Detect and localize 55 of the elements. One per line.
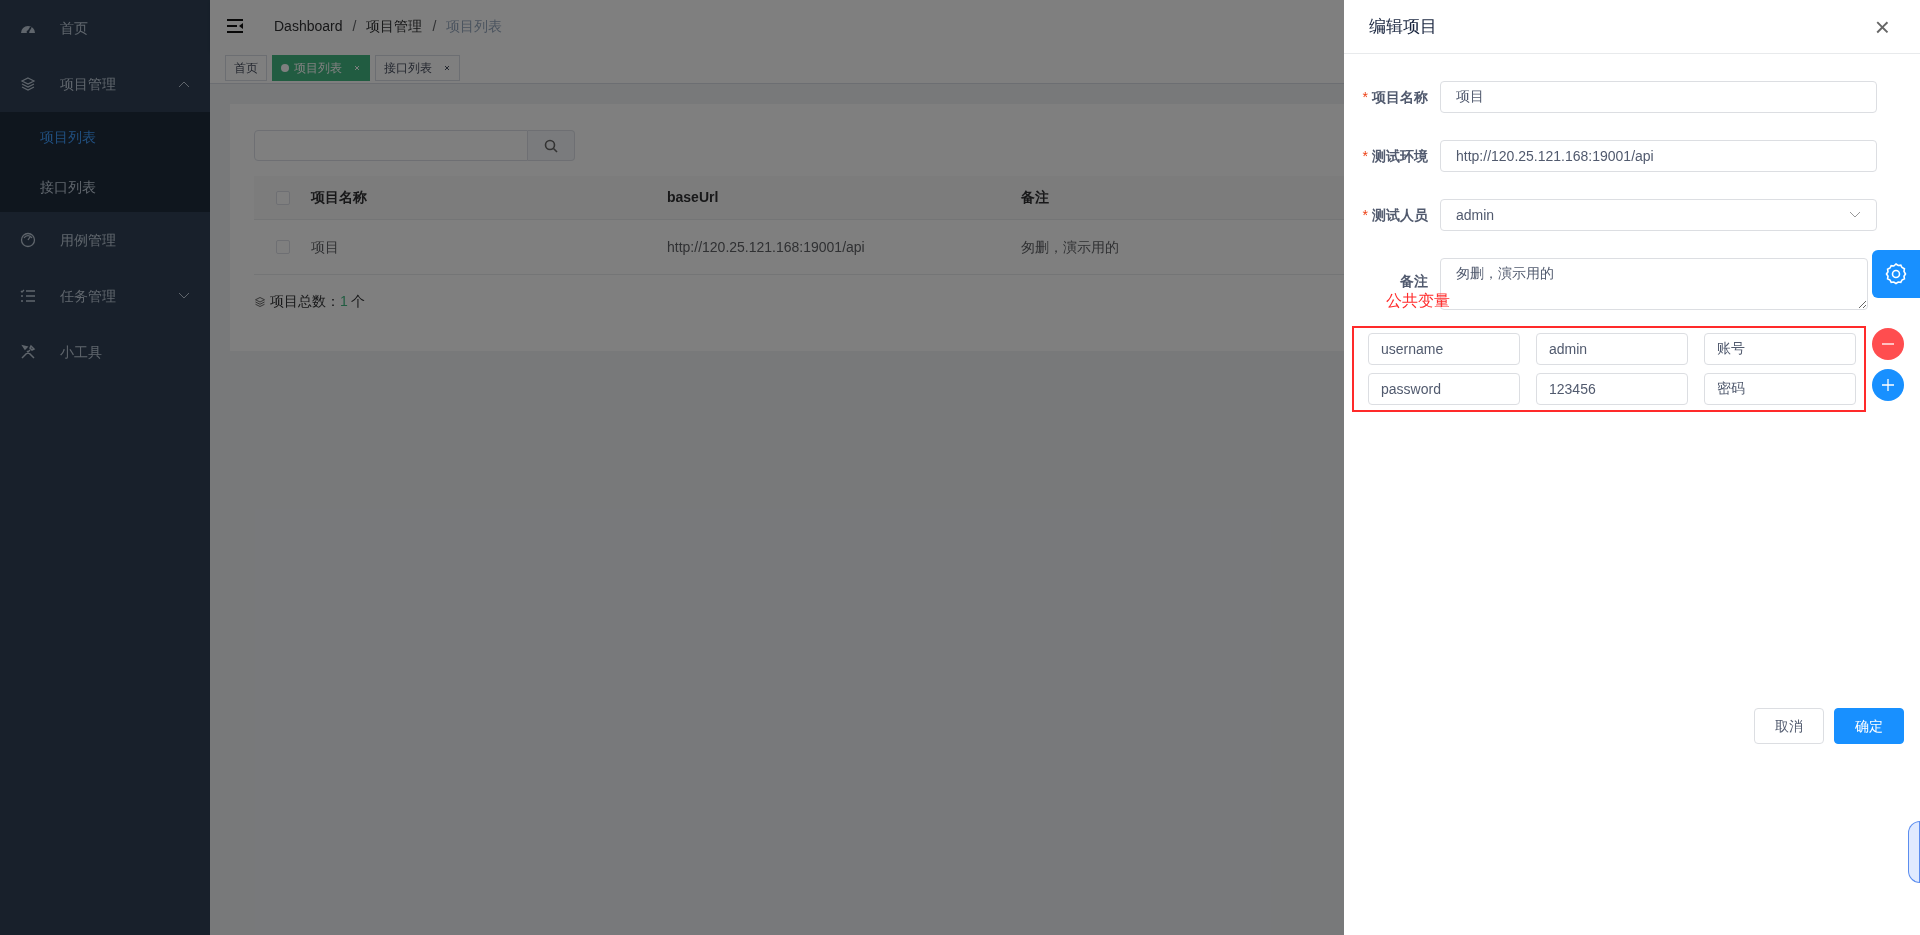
field-label: 备注 — [1400, 271, 1428, 291]
checklist-icon — [20, 289, 36, 303]
table-cell: 匆删，演示用的 — [1021, 238, 1119, 255]
sidebar-item[interactable]: 任务管理 — [0, 268, 210, 324]
input-field[interactable]: 密码 — [1704, 373, 1856, 405]
add-button[interactable] — [1872, 369, 1904, 401]
sidebar-item[interactable]: 首页 — [0, 0, 210, 56]
summary-text: 项目总数：1 个 — [270, 292, 365, 311]
drawer-title: 编辑项目 — [1369, 15, 1437, 38]
column-header: 项目名称 — [311, 189, 367, 205]
breadcrumb-link[interactable]: Dashboard — [274, 15, 343, 37]
input-field[interactable]: password — [1368, 373, 1520, 405]
remove-button[interactable] — [1872, 328, 1904, 360]
search-icon — [544, 138, 558, 153]
layers-icon — [20, 76, 36, 92]
table-cell: 项目 — [311, 238, 339, 255]
settings-button[interactable] — [1872, 250, 1920, 298]
breadcrumb-link[interactable]: 项目管理 — [366, 15, 423, 37]
tools-icon — [20, 344, 36, 360]
input-field[interactable]: admin — [1536, 333, 1688, 365]
breadcrumb-separator: / — [431, 16, 438, 36]
plus-icon — [1882, 379, 1894, 391]
breadcrumb-separator: / — [351, 16, 358, 36]
field-label: 项目名称 — [1372, 87, 1428, 107]
close-icon[interactable] — [353, 63, 361, 72]
tab[interactable]: 接口列表 — [375, 54, 460, 81]
table-cell: http://120.25.121.168:19001/api — [667, 238, 865, 255]
required-asterisk: * — [1362, 205, 1368, 225]
gauge-icon — [20, 232, 36, 248]
column-header: 备注 — [1021, 189, 1049, 205]
sidebar-item[interactable]: 用例管理 — [0, 212, 210, 268]
column-header: baseUrl — [667, 189, 719, 205]
input-field[interactable]: 123456 — [1536, 373, 1688, 405]
menu-toggle-icon[interactable] — [226, 18, 244, 34]
input-field[interactable]: 账号 — [1704, 333, 1856, 365]
close-icon[interactable] — [443, 63, 451, 72]
select-field[interactable]: admin — [1440, 199, 1877, 231]
search-button[interactable] — [528, 130, 575, 161]
tab[interactable]: 首页 — [225, 54, 267, 81]
close-button[interactable]: × — [1874, 13, 1890, 40]
cancel-button[interactable]: 取消 — [1754, 708, 1824, 744]
input-field[interactable]: http://120.25.121.168:19001/api — [1440, 140, 1877, 172]
minus-icon — [1882, 343, 1894, 345]
input-field[interactable]: username — [1368, 333, 1520, 365]
required-asterisk: * — [1362, 87, 1368, 107]
input-field[interactable]: 项目 — [1440, 81, 1877, 113]
layers-icon — [254, 295, 266, 308]
confirm-button[interactable]: 确定 — [1834, 708, 1904, 744]
scroll-handle[interactable] — [1908, 821, 1920, 883]
field-label: 测试环境 — [1372, 146, 1428, 166]
chevron-down-icon — [1849, 211, 1861, 219]
sidebar-item[interactable]: 项目管理 — [0, 56, 210, 112]
field-label: 测试人员 — [1372, 205, 1428, 225]
settings-icon — [1884, 262, 1908, 286]
required-asterisk: * — [1362, 146, 1368, 166]
